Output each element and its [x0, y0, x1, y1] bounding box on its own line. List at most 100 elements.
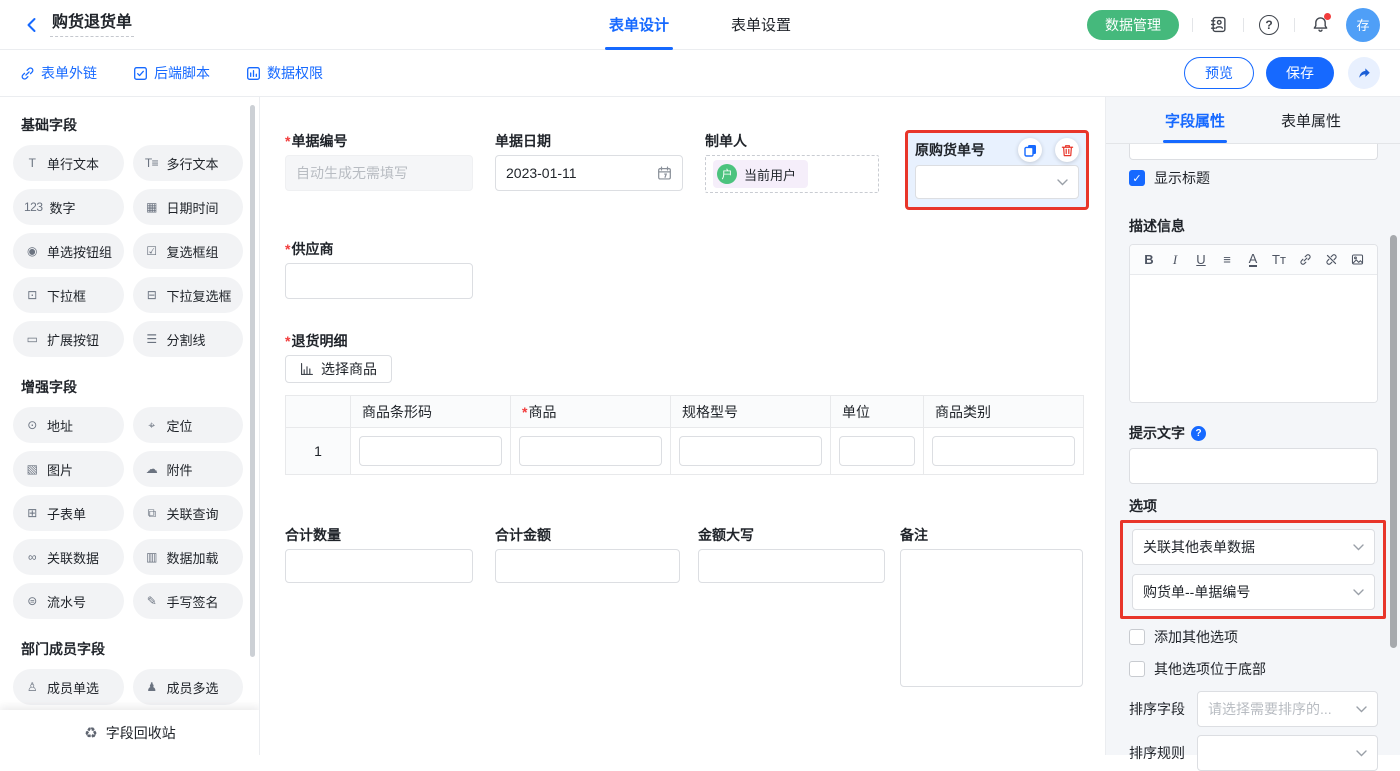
- italic-button[interactable]: I: [1162, 248, 1188, 272]
- origin-order-select[interactable]: [915, 165, 1079, 199]
- checkbox-checked-icon[interactable]: ✓: [1129, 170, 1145, 186]
- bold-button[interactable]: B: [1136, 248, 1162, 272]
- sidebar-scrollbar[interactable]: [250, 105, 255, 657]
- insert-image-button[interactable]: [1344, 248, 1370, 272]
- field-amount-words[interactable]: 金额大写: [698, 525, 885, 583]
- barcode-cell-input[interactable]: [359, 436, 502, 466]
- tab-form-settings[interactable]: 表单设置: [731, 0, 791, 50]
- supplier-input[interactable]: [285, 263, 473, 299]
- checkbox-icon[interactable]: [1129, 661, 1145, 677]
- checkbox-icon[interactable]: [1129, 629, 1145, 645]
- item-label: 附件: [167, 460, 193, 479]
- underline-button[interactable]: U: [1188, 248, 1214, 272]
- sidebar-item-multi-line-text[interactable]: T≡多行文本: [133, 145, 244, 181]
- save-button[interactable]: 保存: [1266, 57, 1334, 89]
- delete-field-button[interactable]: [1055, 138, 1079, 162]
- insert-link-button[interactable]: [1292, 248, 1318, 272]
- field-creator[interactable]: 制单人 户 当前用户: [705, 131, 879, 193]
- sidebar-item-signature[interactable]: ✎手写签名: [133, 583, 244, 619]
- other-option-bottom-row[interactable]: 其他选项位于底部: [1129, 659, 1378, 679]
- field-recycle-bin-button[interactable]: ♻ 字段回收站: [0, 710, 260, 755]
- sidebar-item-data-load[interactable]: ▥数据加载: [133, 539, 244, 575]
- hint-input[interactable]: [1129, 448, 1378, 484]
- copy-field-button[interactable]: [1018, 138, 1042, 162]
- preview-button[interactable]: 预览: [1184, 57, 1254, 89]
- page-title[interactable]: 购货退货单: [50, 12, 134, 37]
- sidebar-item-image[interactable]: ▧图片: [13, 451, 124, 487]
- goods-cell-input[interactable]: [519, 436, 662, 466]
- description-editor-body[interactable]: [1130, 275, 1377, 402]
- field-doc-date[interactable]: 单据日期 2023-01-11: [495, 131, 683, 191]
- sidebar-item-datetime[interactable]: ▦日期时间: [133, 189, 244, 225]
- unit-cell-input[interactable]: [839, 436, 915, 466]
- clipped-input[interactable]: [1129, 144, 1378, 160]
- field-total-qty[interactable]: 合计数量: [285, 525, 473, 583]
- total-amount-input[interactable]: [495, 549, 680, 583]
- link-icon: [1299, 253, 1312, 266]
- sort-field-select[interactable]: 请选择需要排序的...: [1197, 691, 1378, 727]
- hint-help-icon[interactable]: ?: [1191, 426, 1206, 441]
- sidebar-item-attachment[interactable]: ☁附件: [133, 451, 244, 487]
- item-label: 多行文本: [167, 154, 219, 173]
- remark-textarea[interactable]: [900, 549, 1083, 687]
- back-button[interactable]: [20, 13, 44, 37]
- backend-script-link[interactable]: 后端脚本: [133, 63, 210, 83]
- sidebar-item-divider-line[interactable]: ☰分割线: [133, 321, 244, 357]
- sidebar-item-multi-dropdown[interactable]: ⊟下拉复选框: [133, 277, 244, 313]
- sidebar-item-number[interactable]: 123数字: [13, 189, 124, 225]
- add-other-option-row[interactable]: 添加其他选项: [1129, 627, 1378, 647]
- show-title-checkbox-row[interactable]: ✓ 显示标题: [1129, 168, 1378, 188]
- data-permission-link[interactable]: 数据权限: [246, 63, 323, 83]
- sidebar-item-single-line-text[interactable]: T单行文本: [13, 145, 124, 181]
- image-icon: [1351, 253, 1364, 266]
- field-return-detail[interactable]: *退货明细 选择商品 商品条形码 *商品 规格型号 单位 商品类别 1: [285, 331, 1105, 475]
- sidebar-item-radio-group[interactable]: ◉单选按钮组: [13, 233, 124, 269]
- tab-form-properties[interactable]: 表单属性: [1281, 97, 1341, 143]
- total-qty-input[interactable]: [285, 549, 473, 583]
- avatar[interactable]: 存: [1346, 8, 1380, 42]
- sidebar-item-location[interactable]: ⌖定位: [133, 407, 244, 443]
- help-button[interactable]: ?: [1257, 13, 1281, 37]
- align-button[interactable]: ≡: [1214, 248, 1240, 272]
- sidebar-item-extend-button[interactable]: ▭扩展按钮: [13, 321, 124, 357]
- remove-link-button[interactable]: [1318, 248, 1344, 272]
- field-origin-order-selected[interactable]: 原购货单号: [905, 130, 1089, 210]
- doc-date-input[interactable]: 2023-01-11: [495, 155, 683, 191]
- form-external-link[interactable]: 表单外链: [20, 63, 97, 83]
- tab-form-design[interactable]: 表单设计: [609, 0, 669, 50]
- field-total-amount[interactable]: 合计金额: [495, 525, 680, 583]
- creator-value-box[interactable]: 户 当前用户: [705, 155, 879, 193]
- hint-label: 提示文字 ?: [1129, 423, 1378, 443]
- panel-scrollbar[interactable]: [1390, 235, 1397, 648]
- sidebar-item-member-multi[interactable]: ♟成员多选: [133, 669, 244, 705]
- contacts-button[interactable]: [1206, 13, 1230, 37]
- sidebar-item-subform[interactable]: ⊞子表单: [13, 495, 124, 531]
- sidebar-item-linked-data[interactable]: ∞关联数据: [13, 539, 124, 575]
- sidebar-item-serial-number[interactable]: ⊜流水号: [13, 583, 124, 619]
- field-doc-no[interactable]: *单据编号: [285, 131, 473, 191]
- sidebar-item-address[interactable]: ⊙地址: [13, 407, 124, 443]
- field-label: *退货明细: [285, 331, 1105, 351]
- data-manage-button[interactable]: 数据管理: [1087, 10, 1179, 40]
- select-goods-button[interactable]: 选择商品: [285, 355, 392, 383]
- tab-field-properties[interactable]: 字段属性: [1165, 97, 1225, 143]
- amount-words-input[interactable]: [698, 549, 885, 583]
- font-size-button[interactable]: Tᴛ: [1266, 248, 1292, 272]
- sidebar-item-member-single[interactable]: ♙成员单选: [13, 669, 124, 705]
- field-supplier[interactable]: *供应商: [285, 239, 473, 299]
- doc-no-input[interactable]: [285, 155, 473, 191]
- sidebar-item-lookup-query[interactable]: ⧉关联查询: [133, 495, 244, 531]
- field-remark[interactable]: 备注: [900, 525, 1083, 690]
- field-label: 金额大写: [698, 525, 885, 545]
- sort-rule-select[interactable]: [1197, 735, 1378, 771]
- share-button[interactable]: [1348, 57, 1380, 89]
- spec-cell-input[interactable]: [679, 436, 822, 466]
- font-color-button[interactable]: A: [1240, 248, 1266, 272]
- sidebar-item-dropdown[interactable]: ⊡下拉框: [13, 277, 124, 313]
- option-target-select[interactable]: 购货单--单据编号: [1132, 574, 1375, 610]
- option-source-select[interactable]: 关联其他表单数据: [1132, 529, 1375, 565]
- sidebar-item-checkbox-group[interactable]: ☑复选框组: [133, 233, 244, 269]
- notifications-button[interactable]: [1308, 13, 1332, 37]
- category-cell-input[interactable]: [932, 436, 1075, 466]
- field-label: 制单人: [705, 131, 879, 151]
